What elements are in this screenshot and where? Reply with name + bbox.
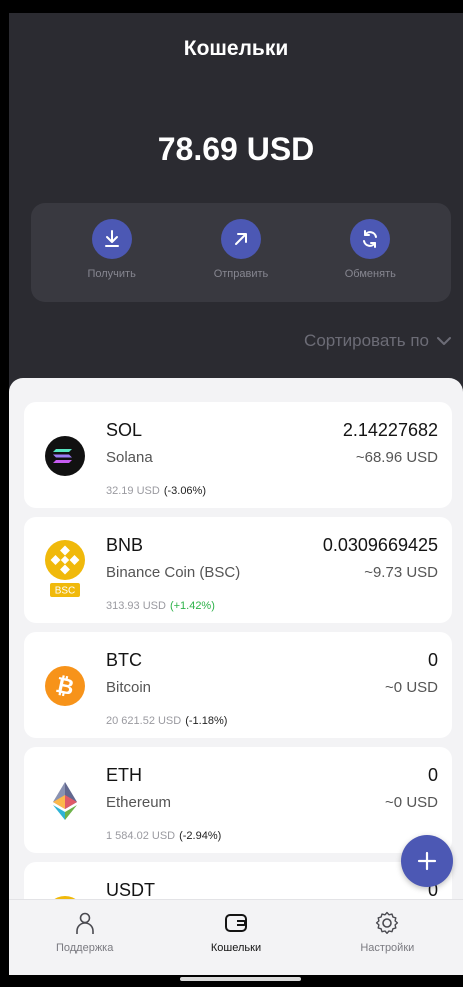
coin-card-btc[interactable]: ₿ BTC Bitcoin 0 ~0 USD 20 621.52 USD (-1.… <box>24 632 452 738</box>
coin-price-row: 1 584.02 USD (-2.94%) <box>106 830 221 842</box>
bottom-tab-bar: Поддержка Кошельки Настройки <box>9 899 463 975</box>
sort-dropdown[interactable]: Сортировать по <box>304 331 451 351</box>
exchange-label: Обменять <box>344 268 396 280</box>
action-panel: Получить Отправить Обменять <box>31 203 451 302</box>
send-button[interactable]: Отправить <box>193 203 289 302</box>
coin-name: Binance Coin (BSC) <box>106 564 241 581</box>
send-label: Отправить <box>213 268 269 280</box>
receive-button[interactable]: Получить <box>64 203 160 302</box>
send-arrow-icon <box>220 219 261 259</box>
coin-name: Bitcoin <box>106 679 152 696</box>
coin-amount: 0.0309669425 <box>322 535 438 555</box>
chevron-down-icon <box>437 337 451 345</box>
coin-usd-value: ~68.96 USD <box>355 449 438 466</box>
coin-price: 1 584.02 USD <box>106 830 176 842</box>
tab-wallets-label: Кошельки <box>210 942 262 954</box>
coin-price: 32.19 USD <box>106 485 160 497</box>
coin-card-sol[interactable]: SOL Solana 2.14227682 ~68.96 USD 32.19 U… <box>24 402 452 508</box>
bnb-icon: BSC <box>45 540 85 597</box>
bitcoin-icon: ₿ <box>45 666 85 706</box>
coin-symbol: BTC <box>106 650 142 670</box>
home-indicator <box>180 977 301 981</box>
coin-usd-value: ~0 USD <box>385 794 438 811</box>
coin-card-eth[interactable]: ETH Ethereum 0 ~0 USD 1 584.02 USD (-2.94… <box>24 747 452 853</box>
coin-price-row: 313.93 USD (+1.42%) <box>106 600 215 612</box>
coin-change: (-1.18%) <box>185 715 228 727</box>
coin-symbol: SOL <box>106 420 143 440</box>
coin-change: (-2.94%) <box>179 830 222 842</box>
coin-price-row: 32.19 USD (-3.06%) <box>106 485 206 497</box>
coin-symbol: BNB <box>106 535 144 555</box>
wallet-icon <box>224 914 247 932</box>
coin-card-bnb[interactable]: BSC BNB Binance Coin (BSC) 0.0309669425 … <box>24 517 452 623</box>
coin-change: (+1.42%) <box>169 600 215 612</box>
coin-price-row: 20 621.52 USD (-1.18%) <box>106 715 227 727</box>
plus-icon <box>417 851 437 871</box>
coin-symbol: ETH <box>106 765 142 785</box>
tab-settings[interactable]: Настройки <box>312 900 463 975</box>
tab-support[interactable]: Поддержка <box>9 900 160 975</box>
settings-gear-icon <box>376 911 399 934</box>
bsc-badge: BSC <box>55 586 76 597</box>
coin-name: Ethereum <box>106 794 172 811</box>
download-icon <box>91 219 132 259</box>
coin-price: 313.93 USD <box>106 600 166 612</box>
solana-icon <box>45 436 85 476</box>
coin-name: Solana <box>106 449 153 466</box>
app-screen: Кошельки 78.69 USD Получить Отправить Об… <box>9 13 463 975</box>
ethereum-icon <box>53 782 77 820</box>
coin-amount: 0 <box>427 765 438 785</box>
coin-list: SOL Solana 2.14227682 ~68.96 USD 32.19 U… <box>9 378 463 938</box>
coin-amount: 0 <box>427 650 438 670</box>
coin-usd-value: ~9.73 USD <box>364 564 438 581</box>
tab-support-label: Поддержка <box>55 942 114 954</box>
tab-wallets[interactable]: Кошельки <box>160 900 311 975</box>
coin-usd-value: ~0 USD <box>385 679 438 696</box>
coin-amount: 2.14227682 <box>342 420 438 440</box>
page-title: Кошельки <box>183 37 289 60</box>
coin-change: (-3.06%) <box>163 485 206 497</box>
sort-label: Сортировать по <box>304 331 429 350</box>
support-icon <box>75 912 94 934</box>
total-balance: 78.69 USD <box>157 131 315 167</box>
exchange-button[interactable]: Обменять <box>322 203 418 302</box>
tab-settings-label: Настройки <box>360 942 415 954</box>
add-wallet-button[interactable] <box>401 835 453 887</box>
exchange-icon <box>350 219 391 259</box>
coin-price: 20 621.52 USD <box>106 715 182 727</box>
receive-label: Получить <box>87 268 136 280</box>
coin-symbol: USDT <box>106 880 155 900</box>
